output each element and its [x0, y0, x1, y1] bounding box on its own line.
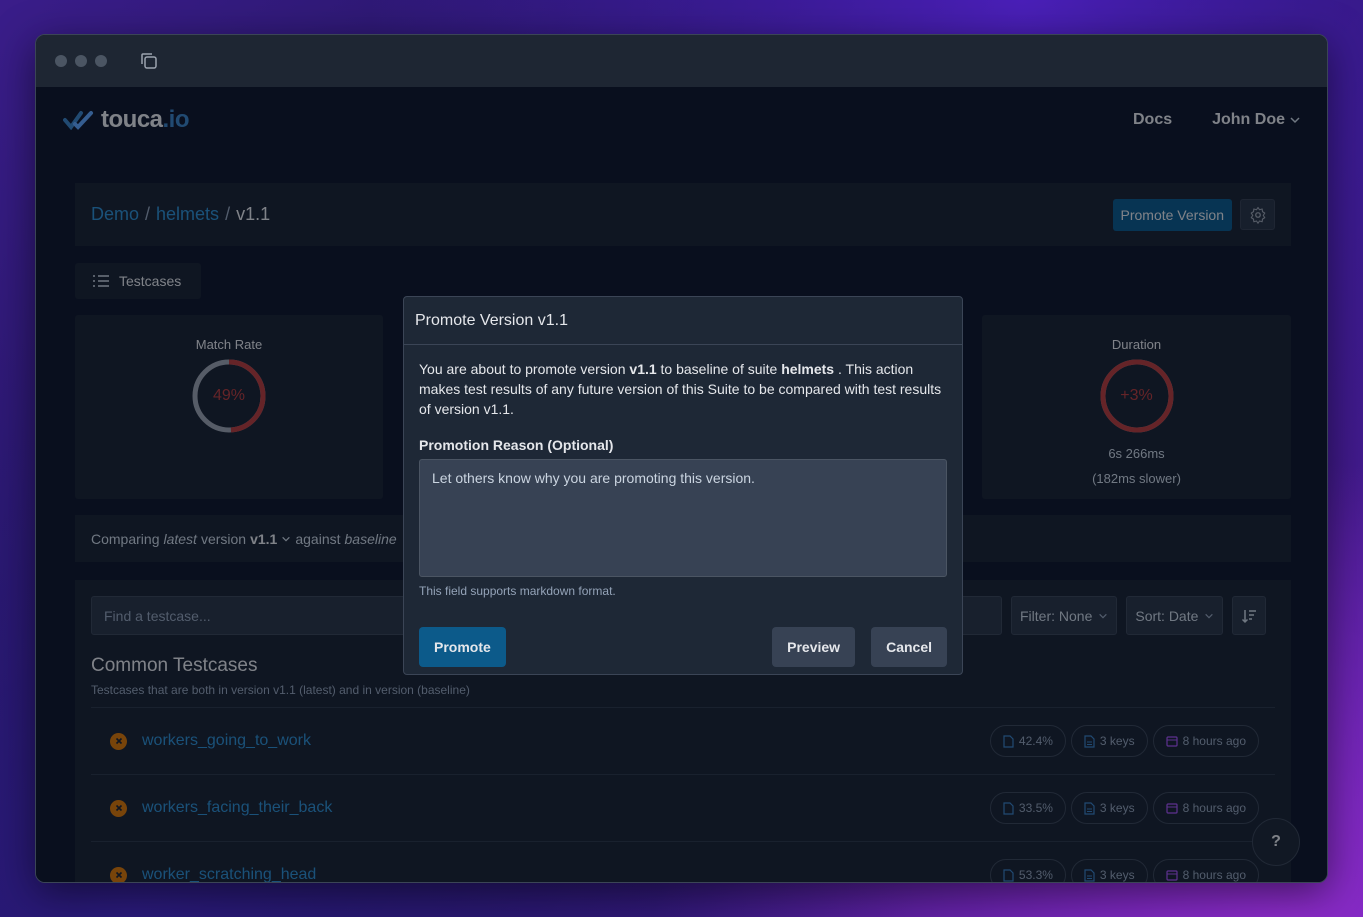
dialog-text-2: to baseline of suite	[660, 361, 778, 377]
reason-label: Promotion Reason (Optional)	[419, 437, 614, 453]
app-content: touca.io Docs John Doe Demo / helmets / …	[36, 87, 1327, 882]
dialog-suite: helmets	[781, 361, 835, 377]
dialog-version: v1.1	[629, 361, 657, 377]
dialog-text-1: You are about to promote version	[419, 361, 626, 377]
cancel-button[interactable]: Cancel	[871, 627, 947, 667]
close-window-button[interactable]	[55, 55, 67, 67]
minimize-window-button[interactable]	[75, 55, 87, 67]
dialog-description: You are about to promote version v1.1 to…	[419, 359, 947, 419]
promote-button[interactable]: Promote	[419, 627, 506, 667]
tabs-icon[interactable]	[139, 51, 159, 71]
preview-button[interactable]: Preview	[772, 627, 856, 667]
markdown-hint: This field supports markdown format.	[419, 584, 616, 598]
dialog-title: Promote Version v1.1	[404, 297, 962, 345]
browser-window: touca.io Docs John Doe Demo / helmets / …	[35, 34, 1328, 883]
promote-version-dialog: Promote Version v1.1 You are about to pr…	[403, 296, 963, 675]
window-titlebar	[36, 35, 1327, 87]
maximize-window-button[interactable]	[95, 55, 107, 67]
reason-textarea[interactable]: Let others know why you are promoting th…	[419, 459, 947, 577]
